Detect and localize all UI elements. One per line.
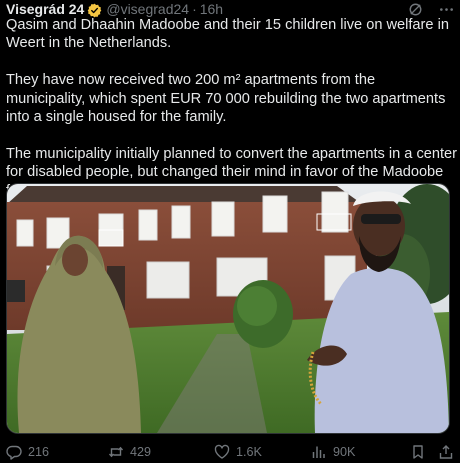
reply-button[interactable]: 216 [6, 443, 49, 461]
header-actions [408, 1, 454, 17]
timestamp[interactable]: 16h [200, 1, 223, 17]
repost-button[interactable]: 429 [108, 443, 151, 461]
repost-icon [108, 444, 124, 460]
heart-icon [214, 444, 230, 460]
bookmark-button[interactable] [410, 443, 432, 461]
repost-count: 429 [130, 445, 152, 459]
like-count: 1.6K [236, 445, 262, 459]
separator-dot: · [192, 1, 197, 17]
tweet-photo[interactable] [6, 183, 450, 434]
views-icon [311, 444, 327, 460]
reply-icon [6, 444, 22, 460]
share-icon [438, 444, 454, 460]
tweet-paragraph: They have now received two 200 m² apartm… [6, 72, 446, 126]
author-handle[interactable]: @visegrad24 [106, 1, 189, 17]
like-button[interactable]: 1.6K [214, 443, 262, 461]
views-button[interactable]: 90K [311, 443, 355, 461]
photo-illustration [7, 184, 449, 433]
action-bar: 216 429 1.6K 90K [6, 443, 458, 461]
tweet-paragraph: Qasim and Dhaahin Madoobe and their 15 c… [6, 17, 449, 52]
more-icon[interactable] [439, 2, 454, 17]
views-count: 90K [333, 445, 356, 459]
bookmark-icon [410, 444, 426, 460]
tweet: Visegrád 24 @visegrad24 · 16h Qasim and … [0, 0, 460, 463]
reply-count: 216 [28, 445, 50, 459]
grok-icon[interactable] [408, 2, 423, 17]
share-button[interactable] [438, 443, 460, 461]
author-name[interactable]: Visegrád 24 [6, 1, 84, 17]
tweet-text: Qasim and Dhaahin Madoobe and their 15 c… [6, 16, 458, 200]
